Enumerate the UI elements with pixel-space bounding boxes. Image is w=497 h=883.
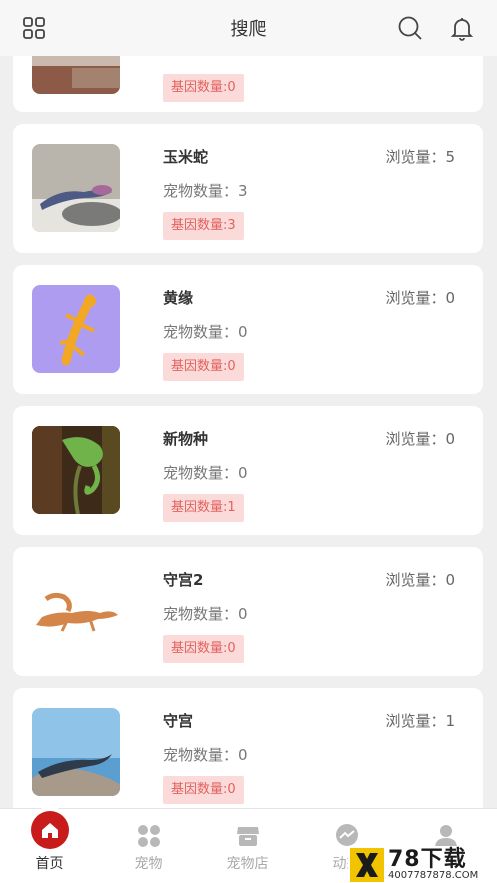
pet-icon (137, 825, 160, 847)
pet-count: 宠物数量：0 (163, 605, 248, 623)
tab-pet[interactable]: 宠物 (99, 809, 198, 883)
store-icon (236, 827, 259, 846)
tab-label: 宠物 (134, 856, 163, 872)
view-count: 浏览量：5 (385, 148, 455, 166)
species-thumbnail (32, 567, 120, 655)
bell-icon[interactable] (448, 14, 476, 42)
gene-count-badge: 基因数量:1 (163, 494, 244, 522)
gene-count-badge: 基因数量:0 (163, 635, 244, 663)
home-icon (30, 811, 69, 849)
species-card[interactable]: 新物种 浏览量：0 宠物数量：0 基因数量:1 (13, 406, 483, 535)
top-bar: 搜爬 (0, 0, 497, 56)
view-count: 浏览量：0 (385, 289, 455, 307)
species-name: 守宫 (163, 712, 194, 730)
tab-home[interactable]: 首页 (0, 809, 99, 883)
species-name: 守宫2 (163, 571, 204, 589)
tab-label: 首页 (35, 856, 64, 872)
view-count: 浏览量：0 (385, 571, 455, 589)
watermark-x-icon (350, 847, 384, 882)
page-title: 搜爬 (230, 19, 267, 40)
view-count: 浏览量：1 (385, 712, 455, 730)
pet-count: 宠物数量：0 (163, 746, 248, 764)
pet-count: 宠物数量：3 (163, 182, 248, 200)
pet-count: 宠物数量：0 (163, 464, 248, 482)
species-list: 基因数量:0 玉米蛇 浏览量：5 宠物数量：3 基因数量:3 黄缘 浏览量：0 … (0, 56, 497, 808)
species-thumbnail (32, 56, 120, 94)
tab-label: 宠物店 (226, 856, 269, 872)
species-thumbnail (32, 426, 120, 514)
gene-count-badge: 基因数量:0 (163, 353, 244, 381)
watermark-text: 78下载 (388, 846, 467, 872)
gene-count-badge: 基因数量:0 (163, 74, 244, 102)
species-thumbnail (32, 285, 120, 373)
species-card[interactable]: 基因数量:0 (13, 56, 483, 112)
watermark-url: 4007787878.COM (388, 869, 479, 881)
species-card[interactable]: 守宫2 浏览量：0 宠物数量：0 基因数量:0 (13, 547, 483, 676)
species-name: 玉米蛇 (163, 148, 209, 166)
tab-store[interactable]: 宠物店 (198, 809, 297, 883)
species-card[interactable]: 黄缘 浏览量：0 宠物数量：0 基因数量:0 (13, 265, 483, 394)
search-icon[interactable] (396, 14, 424, 42)
view-count: 浏览量：0 (385, 430, 455, 448)
species-name: 新物种 (163, 430, 209, 448)
watermark-logo: 78下载 4007787878.COM (348, 846, 497, 883)
pet-count: 宠物数量：0 (163, 323, 248, 341)
species-name: 黄缘 (163, 289, 194, 307)
gene-count-badge: 基因数量:3 (163, 212, 244, 240)
grid-icon[interactable] (20, 14, 48, 42)
species-thumbnail (32, 144, 120, 232)
species-thumbnail (32, 708, 120, 796)
species-card[interactable]: 守宫 浏览量：1 宠物数量：0 基因数量:0 (13, 688, 483, 808)
gene-count-badge: 基因数量:0 (163, 776, 244, 804)
species-card[interactable]: 玉米蛇 浏览量：5 宠物数量：3 基因数量:3 (13, 124, 483, 253)
